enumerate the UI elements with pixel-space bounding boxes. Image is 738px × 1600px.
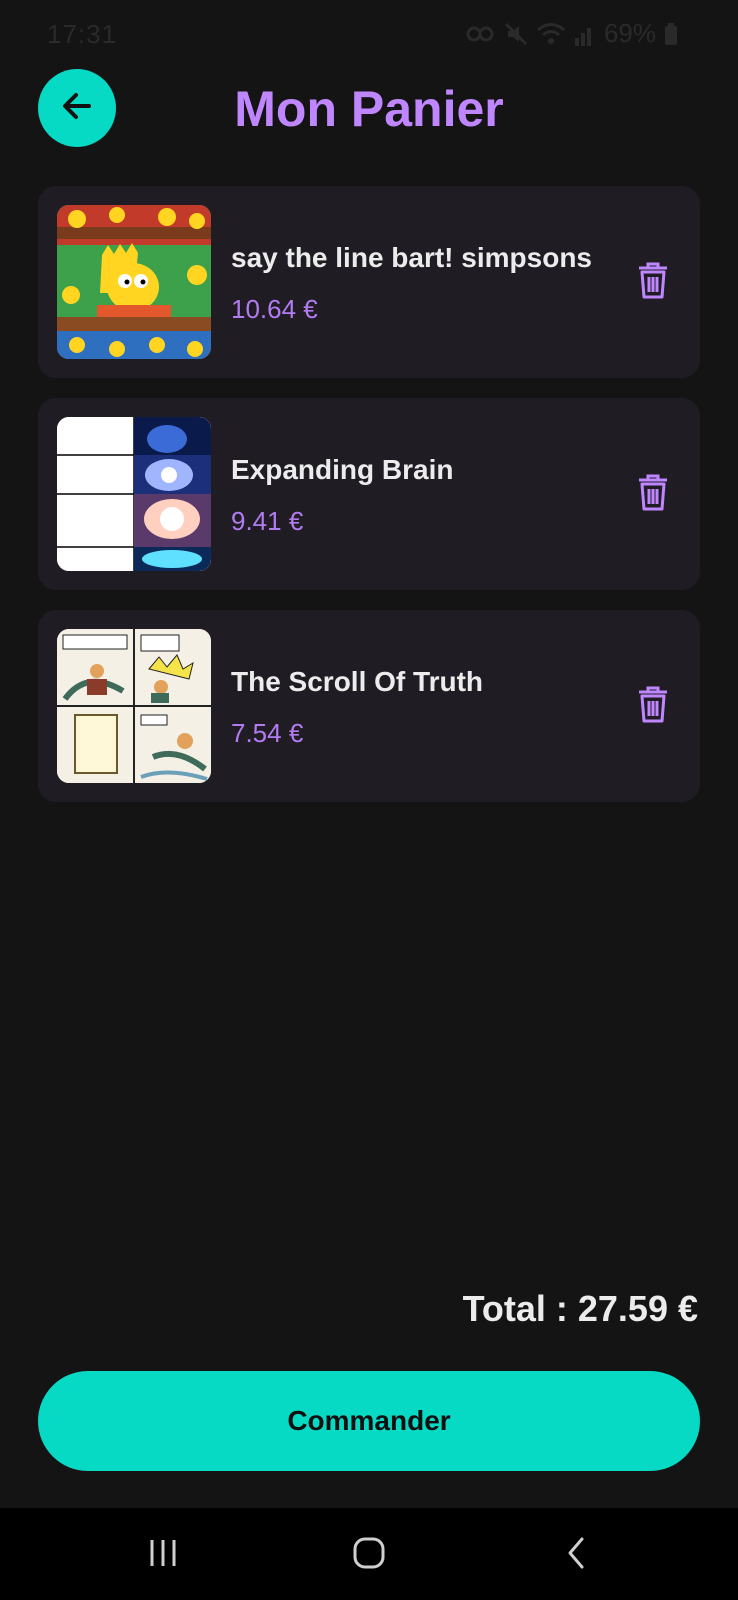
status-bar: 17:31 69% (0, 0, 738, 64)
cart-item[interactable]: The Scroll Of Truth 7.54 € (38, 610, 700, 802)
delete-button[interactable] (636, 684, 670, 724)
trash-icon (636, 474, 670, 516)
home-icon (352, 1537, 386, 1574)
item-title: say the line bart! simpsons (231, 242, 592, 273)
recent-apps-button[interactable] (146, 1536, 180, 1575)
item-price: 7.54 € (231, 718, 304, 748)
recent-apps-icon (146, 1540, 180, 1574)
item-price: 9.41 € (231, 506, 304, 536)
key-icon (466, 24, 496, 44)
item-price: 10.64 € (231, 294, 318, 324)
battery-icon (664, 22, 678, 46)
item-thumbnail (57, 629, 211, 783)
system-back-button[interactable] (560, 1536, 594, 1575)
item-thumbnail (57, 417, 211, 571)
page-title: Mon Panier (234, 81, 504, 137)
delete-button[interactable] (636, 260, 670, 300)
cart-total: Total : 27.59 € (462, 1288, 698, 1329)
trash-icon (636, 686, 670, 728)
wifi-icon (536, 22, 566, 46)
status-time: 17:31 (47, 19, 118, 49)
cart-item[interactable]: say the line bart! simpsons 10.64 € (38, 186, 700, 378)
back-icon (560, 1537, 594, 1574)
cart-item[interactable]: Expanding Brain 9.41 € (38, 398, 700, 590)
item-thumbnail (57, 205, 211, 359)
home-button[interactable] (352, 1536, 386, 1575)
system-nav-bar (0, 1508, 738, 1600)
status-icons: 69% (466, 18, 678, 49)
delete-button[interactable] (636, 472, 670, 512)
mute-icon (504, 22, 528, 46)
item-title: Expanding Brain (231, 454, 454, 485)
cart-list: say the line bart! simpsons 10.64 € Expa… (38, 186, 700, 822)
cart-screen: 17:31 69% Mon Panier say the line bart! … (0, 0, 738, 1600)
signal-icon (574, 22, 596, 46)
item-title: The Scroll Of Truth (231, 666, 484, 697)
battery-percentage: 69% (603, 18, 656, 48)
trash-icon (636, 262, 670, 304)
order-button[interactable]: Commander (38, 1371, 700, 1471)
